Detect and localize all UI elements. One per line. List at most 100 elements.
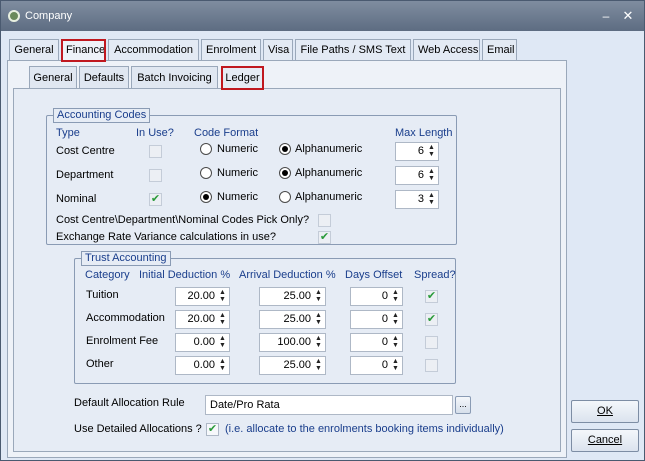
spin-arrows-icon[interactable]: ▲ ▼ <box>426 168 437 183</box>
tab-accommodation[interactable]: Accommodation <box>108 39 199 61</box>
nominal-numeric-radio[interactable] <box>200 191 212 203</box>
nominal-alphanumeric-label: Alphanumeric <box>295 191 363 203</box>
subtab-batch-invoicing[interactable]: Batch Invoicing <box>131 66 218 89</box>
cost-centre-max-length-value: 6 <box>417 145 424 157</box>
spin-arrows-icon[interactable]: ▲ ▼ <box>390 335 401 350</box>
other-initial-value: 0.00 <box>193 359 215 371</box>
tuition-initial-spinner[interactable]: 20.00 ▲ ▼ <box>175 287 230 306</box>
spin-arrows-icon[interactable]: ▲ ▼ <box>390 289 401 304</box>
other-label: Other <box>86 358 114 370</box>
nominal-alphanumeric-radio[interactable] <box>279 191 291 203</box>
exchange-rate-checkbox[interactable]: ✔ <box>318 231 331 244</box>
spin-arrows-icon[interactable]: ▲ ▼ <box>426 144 437 159</box>
spin-arrows-icon[interactable]: ▲ ▼ <box>313 312 324 327</box>
accommodation-label: Accommodation <box>86 312 165 324</box>
nominal-max-length-spinner[interactable]: 3 ▲ ▼ <box>395 190 439 209</box>
spin-arrows-icon[interactable]: ▲ ▼ <box>390 312 401 327</box>
spin-arrows-icon[interactable]: ▲ ▼ <box>217 312 228 327</box>
allocation-rule-browse-button[interactable]: ... <box>455 396 471 414</box>
accommodation-arrival-value: 25.00 <box>283 313 311 325</box>
other-initial-spinner[interactable]: 0.00 ▲ ▼ <box>175 356 230 375</box>
allocation-rule-field[interactable]: Date/Pro Rata <box>205 395 453 415</box>
cost-centre-in-use-checkbox[interactable] <box>149 145 162 158</box>
cost-centre-alphanumeric-label: Alphanumeric <box>295 143 363 155</box>
spin-arrows-icon[interactable]: ▲ ▼ <box>217 358 228 373</box>
spin-arrows-icon[interactable]: ▲ ▼ <box>313 358 324 373</box>
department-alphanumeric-radio[interactable] <box>279 167 291 179</box>
tuition-arrival-spinner[interactable]: 25.00 ▲ ▼ <box>259 287 326 306</box>
accommodation-arrival-spinner[interactable]: 25.00 ▲ ▼ <box>259 310 326 329</box>
tuition-spread-checkbox[interactable]: ✔ <box>425 290 438 303</box>
tuition-arrival-value: 25.00 <box>283 290 311 302</box>
department-numeric-label: Numeric <box>217 167 258 179</box>
other-arrival-spinner[interactable]: 25.00 ▲ ▼ <box>259 356 326 375</box>
spin-arrows-icon[interactable]: ▲ ▼ <box>217 289 228 304</box>
allocation-rule-label: Default Allocation Rule <box>74 397 185 409</box>
tuition-initial-value: 20.00 <box>187 290 215 302</box>
tuition-label: Tuition <box>86 289 119 301</box>
enrolment-fee-spread-checkbox[interactable] <box>425 336 438 349</box>
minimize-icon[interactable]: – <box>599 9 613 23</box>
other-spread-checkbox[interactable] <box>425 359 438 372</box>
enrolment-fee-initial-value: 0.00 <box>193 336 215 348</box>
close-icon[interactable]: ✕ <box>621 9 635 23</box>
tab-enrolment[interactable]: Enrolment <box>201 39 261 61</box>
subtab-ledger[interactable]: Ledger <box>221 66 264 90</box>
ok-button[interactable]: OK <box>571 400 639 423</box>
tuition-days-value: 0 <box>381 290 388 302</box>
cancel-button[interactable]: Cancel <box>571 429 639 452</box>
pick-only-checkbox[interactable] <box>318 214 331 227</box>
enrolment-fee-days-value: 0 <box>381 336 388 348</box>
department-max-length-spinner[interactable]: 6 ▲ ▼ <box>395 166 439 185</box>
detailed-allocations-checkbox[interactable]: ✔ <box>206 423 219 436</box>
cost-centre-alphanumeric-radio[interactable] <box>279 143 291 155</box>
spin-arrows-icon[interactable]: ▲ ▼ <box>313 289 324 304</box>
tab-web-access[interactable]: Web Access <box>413 39 480 61</box>
enrolment-fee-arrival-spinner[interactable]: 100.00 ▲ ▼ <box>259 333 326 352</box>
window-title: Company <box>25 10 73 22</box>
spin-arrows-icon[interactable]: ▲ ▼ <box>217 335 228 350</box>
spin-arrows-icon[interactable]: ▲ ▼ <box>390 358 401 373</box>
tab-email[interactable]: Email <box>482 39 517 61</box>
subtab-general[interactable]: General <box>29 66 77 89</box>
department-in-use-checkbox[interactable] <box>149 169 162 182</box>
other-days-spinner[interactable]: 0 ▲ ▼ <box>350 356 403 375</box>
department-numeric-radio[interactable] <box>200 167 212 179</box>
detailed-allocations-label: Use Detailed Allocations ? <box>74 423 202 435</box>
cost-centre-max-length-spinner[interactable]: 6 ▲ ▼ <box>395 142 439 161</box>
accommodation-spread-checkbox[interactable]: ✔ <box>425 313 438 326</box>
enrolment-fee-arrival-value: 100.00 <box>277 336 311 348</box>
title-bar: Company – ✕ <box>1 1 644 31</box>
nominal-label: Nominal <box>56 193 97 205</box>
company-window: Company – ✕ General Finance Accommodatio… <box>0 0 645 461</box>
header-category: Category <box>85 269 130 281</box>
nominal-in-use-checkbox[interactable]: ✔ <box>149 193 162 206</box>
cost-centre-numeric-radio[interactable] <box>200 143 212 155</box>
other-days-value: 0 <box>381 359 388 371</box>
app-icon <box>8 10 20 22</box>
exchange-rate-label: Exchange Rate Variance calculations in u… <box>56 231 276 243</box>
accounting-codes-title: Accounting Codes <box>53 108 151 123</box>
spin-arrows-icon[interactable]: ▲ ▼ <box>426 192 437 207</box>
tab-general[interactable]: General <box>9 39 59 61</box>
accommodation-days-value: 0 <box>381 313 388 325</box>
spin-arrows-icon[interactable]: ▲ ▼ <box>313 335 324 350</box>
tab-file-paths[interactable]: File Paths / SMS Text <box>295 39 411 61</box>
pick-only-label: Cost Centre\Department\Nominal Codes Pic… <box>56 214 310 226</box>
department-max-length-value: 6 <box>417 169 424 181</box>
accommodation-initial-spinner[interactable]: 20.00 ▲ ▼ <box>175 310 230 329</box>
other-arrival-value: 25.00 <box>283 359 311 371</box>
nominal-numeric-label: Numeric <box>217 191 258 203</box>
accommodation-initial-value: 20.00 <box>187 313 215 325</box>
tab-finance[interactable]: Finance <box>61 39 106 62</box>
department-alphanumeric-label: Alphanumeric <box>295 167 363 179</box>
nominal-max-length-value: 3 <box>417 193 424 205</box>
enrolment-fee-days-spinner[interactable]: 0 ▲ ▼ <box>350 333 403 352</box>
trust-accounting-title: Trust Accounting <box>81 251 171 266</box>
header-days-offset: Days Offset <box>345 269 403 281</box>
enrolment-fee-initial-spinner[interactable]: 0.00 ▲ ▼ <box>175 333 230 352</box>
tuition-days-spinner[interactable]: 0 ▲ ▼ <box>350 287 403 306</box>
tab-visa[interactable]: Visa <box>263 39 293 61</box>
accommodation-days-spinner[interactable]: 0 ▲ ▼ <box>350 310 403 329</box>
subtab-defaults[interactable]: Defaults <box>79 66 129 89</box>
